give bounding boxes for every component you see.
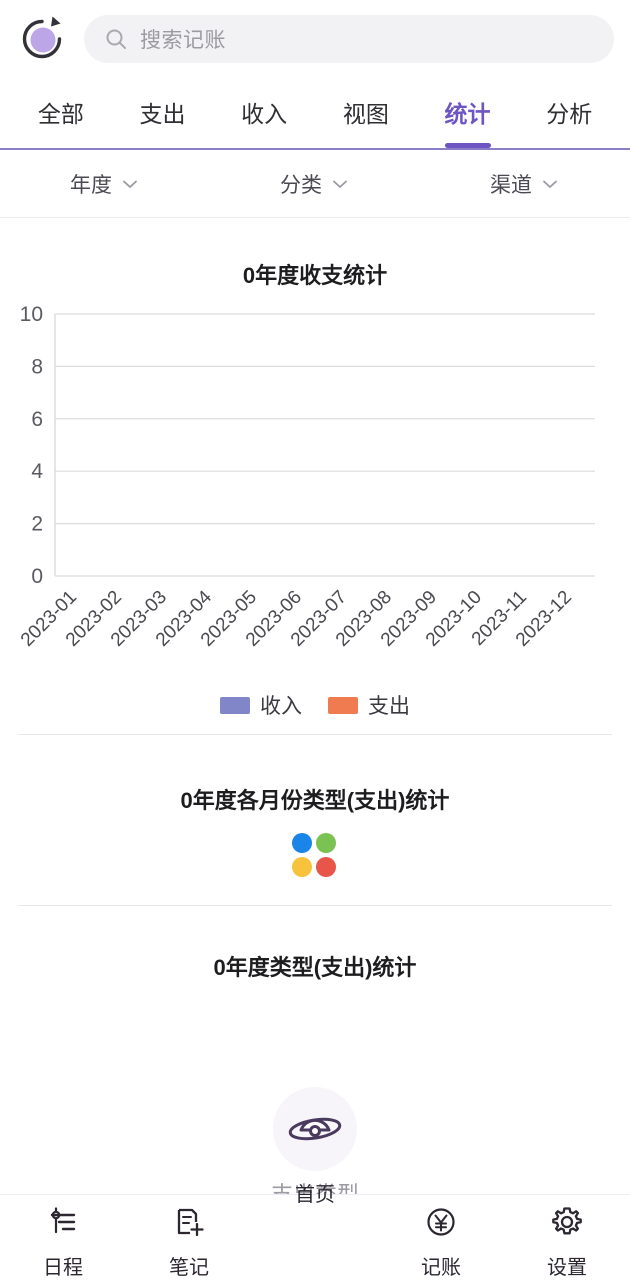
chevron-down-icon — [540, 174, 560, 194]
tab-bar: 全部 支出 收入 视图 统计 分析 — [0, 78, 630, 148]
tab-indicator — [444, 143, 491, 148]
gear-icon — [550, 1205, 584, 1244]
note-add-icon — [172, 1205, 206, 1244]
sliders-icon — [46, 1205, 80, 1244]
tab-label: 支出 — [139, 101, 186, 127]
tab-label: 视图 — [342, 101, 389, 127]
top-bar: 搜索记账 — [0, 0, 630, 78]
refresh-circle-icon[interactable] — [14, 11, 70, 67]
svg-text:0: 0 — [31, 565, 43, 588]
loading-dot — [292, 833, 312, 853]
planet-icon — [286, 1098, 344, 1161]
nav-item-bookkeeping[interactable]: 记账 — [378, 1195, 504, 1280]
filter-bar: 年度 分类 渠道 — [0, 150, 630, 218]
tab-label: 收入 — [241, 101, 288, 127]
nav-label: 日程 — [43, 1257, 83, 1279]
search-placeholder: 搜索记账 — [140, 29, 226, 52]
legend-swatch — [220, 696, 250, 714]
tab-expense[interactable]: 支出 — [112, 78, 214, 148]
nav-item-schedule[interactable]: 日程 — [0, 1195, 126, 1280]
nav-item-settings[interactable]: 设置 — [504, 1195, 630, 1280]
filter-label: 分类 — [280, 173, 322, 197]
tab-label: 全部 — [37, 101, 84, 127]
filter-label: 年度 — [70, 173, 112, 197]
tab-view[interactable]: 视图 — [315, 78, 417, 148]
nav-label: 记账 — [421, 1257, 461, 1279]
nav-label: 设置 — [547, 1257, 587, 1279]
svg-text:4: 4 — [31, 460, 43, 483]
tab-statistics[interactable]: 统计 — [417, 78, 519, 148]
legend-swatch — [328, 696, 358, 714]
svg-text:6: 6 — [31, 408, 43, 431]
svg-text:8: 8 — [31, 355, 43, 378]
loading-dots — [292, 833, 338, 879]
section-income-expense: 0年度收支统计 0 2 4 6 8 10 2023-01 2023-02 2023-03 2023… — [0, 218, 630, 720]
bottom-nav: 日程 笔记 首页 记账 设置 — [0, 1087, 630, 1280]
tab-label: 分析 — [546, 101, 593, 127]
filter-channel[interactable]: 渠道 — [420, 169, 630, 199]
section-title: 0年度收支统计 — [242, 263, 388, 288]
section-title: 0年度类型(支出)统计 — [213, 955, 417, 980]
nav-item-notes[interactable]: 笔记 — [126, 1195, 252, 1280]
svg-text:2: 2 — [31, 513, 43, 536]
tab-all[interactable]: 全部 — [10, 78, 112, 148]
nav-label: 首页 — [295, 1184, 335, 1206]
chart-canvas: 02468102023-012023-022023-032023-042023-… — [17, 303, 595, 651]
tab-label: 统计 — [444, 101, 491, 127]
income-expense-chart[interactable]: 0 2 4 6 8 10 2023-01 2023-02 2023-03 2023-04 2023-… — [0, 296, 630, 696]
tab-income[interactable]: 收入 — [213, 78, 315, 148]
filter-year[interactable]: 年度 — [0, 169, 210, 199]
section-monthly-type: 0年度各月份类型(支出)统计 — [0, 735, 630, 879]
chevron-down-icon — [330, 174, 350, 194]
nav-label: 笔记 — [169, 1257, 209, 1279]
search-icon — [104, 27, 128, 51]
loading-dot — [316, 833, 336, 853]
section-title: 0年度各月份类型(支出)统计 — [180, 788, 450, 813]
filter-category[interactable]: 分类 — [210, 169, 420, 199]
loading-dot — [316, 857, 336, 877]
loading-dot — [292, 857, 312, 877]
home-fab-button[interactable] — [273, 1087, 357, 1171]
yen-circle-icon — [424, 1205, 458, 1244]
filter-label: 渠道 — [490, 173, 532, 197]
tab-analysis[interactable]: 分析 — [518, 78, 620, 148]
nav-item-home[interactable]: 首页 — [252, 1087, 378, 1206]
chevron-down-icon — [120, 174, 140, 194]
search-input[interactable]: 搜索记账 — [84, 15, 614, 63]
svg-text:10: 10 — [20, 303, 43, 326]
app-root: 搜索记账 全部 支出 收入 视图 统计 分析 年度 分类 渠道 0年度收支统计 … — [0, 0, 630, 1280]
